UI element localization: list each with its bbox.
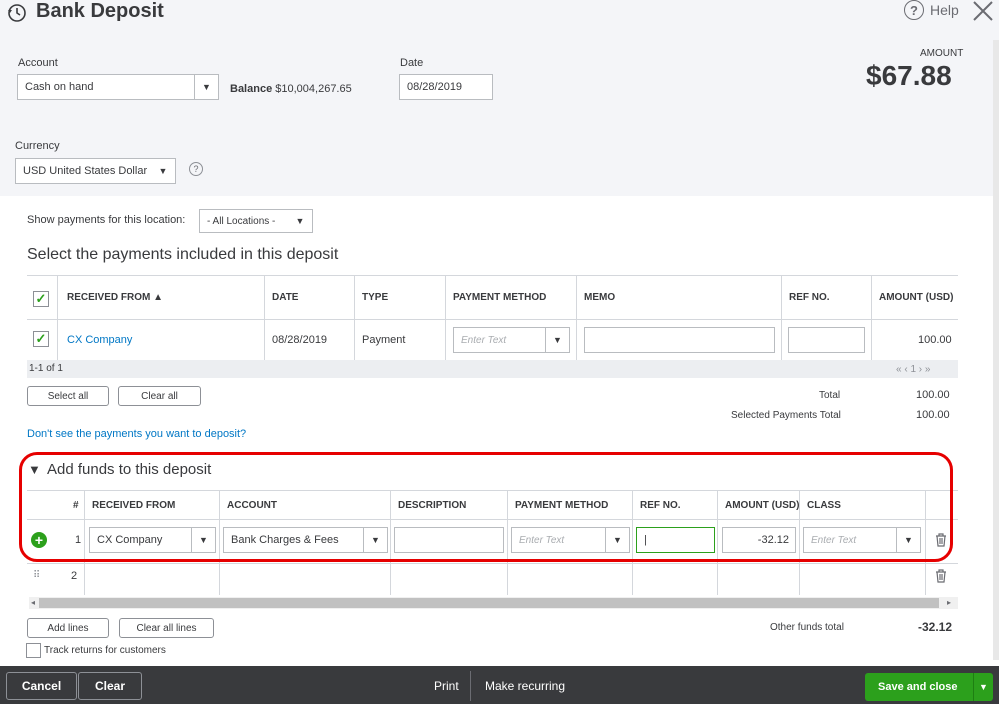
payment-received-from-link[interactable]: CX Company [67, 334, 132, 346]
cancel-button[interactable]: Cancel [6, 672, 77, 700]
divider [27, 319, 958, 320]
horizontal-scrollbar[interactable]: ◂ ▸ [29, 597, 958, 609]
amount-label: AMOUNT [920, 48, 964, 59]
payment-date: 08/28/2019 [272, 334, 328, 346]
pager-controls[interactable]: « ‹ 1 › » [896, 364, 930, 375]
divider [781, 276, 782, 360]
divider [57, 276, 58, 360]
chevron-down-icon: ▼ [194, 75, 218, 99]
col-payment-method[interactable]: PAYMENT METHOD [453, 292, 546, 303]
track-returns-checkbox[interactable] [26, 643, 41, 658]
clear-all-button[interactable]: Clear all [118, 386, 201, 406]
scroll-left-icon[interactable]: ◂ [31, 598, 35, 607]
save-close-button[interactable]: Save and close [878, 681, 973, 693]
total-label: Total [819, 390, 841, 401]
scrollbar-thumb[interactable] [39, 598, 939, 608]
row-number: 2 [71, 570, 78, 582]
print-link[interactable]: Print [434, 679, 459, 693]
save-close-split-button[interactable]: Save and close ▼ [865, 673, 993, 701]
divider [354, 276, 355, 360]
divider [27, 275, 958, 276]
payment-method-placeholder: Enter Text [461, 334, 507, 346]
history-icon[interactable] [6, 2, 28, 24]
divider [576, 276, 577, 360]
col-ref-no[interactable]: REF NO. [789, 292, 830, 303]
trash-icon[interactable] [935, 569, 947, 583]
payments-heading: Select the payments included in this dep… [27, 246, 339, 263]
memo-input[interactable] [584, 327, 775, 353]
page-title: Bank Deposit [36, 0, 164, 22]
vertical-scrollbar[interactable] [993, 40, 999, 660]
balance-label: Balance [230, 83, 273, 95]
select-all-button[interactable]: Select all [27, 386, 109, 406]
col-received-from[interactable]: RECEIVED FROM ▲ [67, 292, 163, 303]
col-date[interactable]: DATE [272, 292, 298, 303]
date-label: Date [400, 57, 424, 69]
footer-divider [470, 671, 471, 701]
divider [27, 563, 958, 564]
divider [871, 276, 872, 360]
pagination-bar [27, 360, 958, 378]
close-icon[interactable] [970, 0, 996, 24]
col-type[interactable]: TYPE [362, 292, 388, 303]
selected-total-label: Selected Payments Total [731, 410, 841, 421]
total-value: 100.00 [916, 389, 950, 401]
selected-total-value: 100.00 [916, 409, 950, 421]
chevron-down-icon: ▼ [545, 328, 569, 352]
add-lines-button[interactable]: Add lines [27, 618, 109, 638]
clear-all-lines-button[interactable]: Clear all lines [119, 618, 214, 638]
col-amount[interactable]: AMOUNT (USD) [879, 292, 953, 303]
account-select[interactable]: Cash on hand ▼ [17, 74, 219, 100]
select-all-checkbox[interactable]: ✓ [33, 291, 49, 307]
balance-value: $10,004,267.65 [275, 83, 352, 95]
make-recurring-link[interactable]: Make recurring [485, 679, 565, 693]
divider [445, 276, 446, 360]
pagination-text: 1-1 of 1 [29, 363, 63, 374]
missing-payments-link[interactable]: Don't see the payments you want to depos… [27, 428, 246, 440]
currency-select[interactable]: USD United States Dollar ▼ [15, 158, 176, 184]
balance-display: Balance $10,004,267.65 [230, 83, 352, 95]
location-filter-label: Show payments for this location: [27, 214, 186, 226]
clear-button[interactable]: Clear [78, 672, 142, 700]
other-total-label: Other funds total [770, 622, 844, 633]
payment-method-select[interactable]: Enter Text ▼ [453, 327, 570, 353]
currency-label: Currency [15, 140, 60, 152]
divider [264, 276, 265, 360]
row-checkbox[interactable]: ✓ [33, 331, 49, 347]
track-returns-label: Track returns for customers [44, 645, 166, 656]
currency-info-icon[interactable]: ? [189, 162, 203, 176]
payment-type: Payment [362, 334, 406, 346]
other-total-value: -32.12 [918, 620, 953, 634]
currency-value: USD United States Dollar [23, 165, 148, 177]
payment-amount: 100.00 [918, 334, 952, 346]
help-icon: ? [904, 0, 924, 20]
help-button[interactable]: ? Help [904, 0, 959, 20]
highlight-annotation [19, 452, 953, 562]
account-value: Cash on hand [25, 81, 94, 93]
col-memo[interactable]: MEMO [584, 292, 615, 303]
amount-value: $67.88 [866, 60, 952, 91]
location-filter-select[interactable]: - All Locations - ▼ [199, 209, 313, 233]
help-label: Help [930, 2, 959, 18]
chevron-down-icon: ▼ [158, 166, 168, 176]
scroll-right-icon[interactable]: ▸ [947, 598, 951, 607]
chevron-down-icon: ▼ [295, 216, 305, 226]
location-filter-value: - All Locations - [207, 215, 276, 227]
account-label: Account [18, 57, 58, 69]
drag-handle-icon[interactable]: ⠿ [33, 570, 40, 581]
ref-no-input[interactable] [788, 327, 865, 353]
date-input[interactable]: 08/28/2019 [399, 74, 493, 100]
chevron-down-icon[interactable]: ▼ [973, 673, 993, 701]
